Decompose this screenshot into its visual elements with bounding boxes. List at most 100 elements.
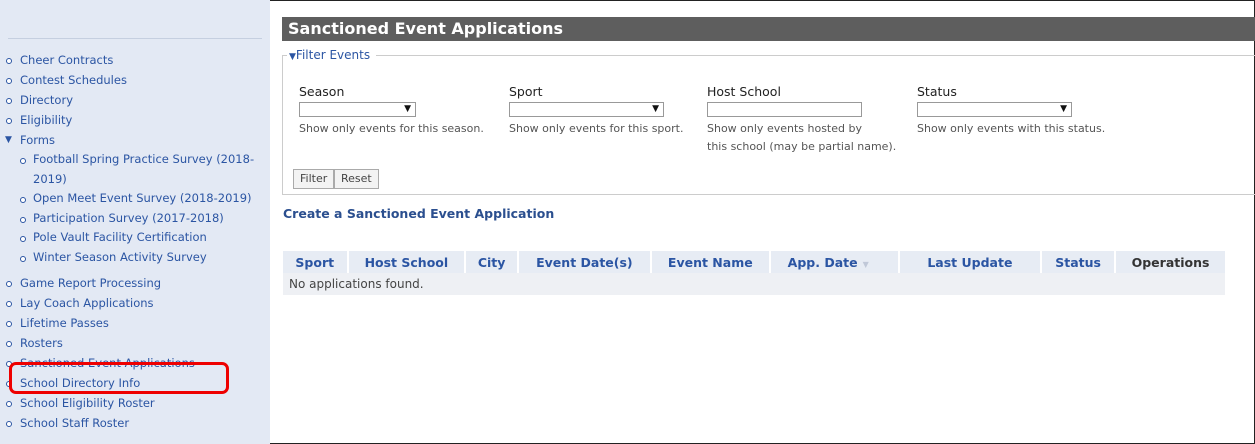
sidebar-item-school-staff-roster[interactable]: School Staff Roster (0, 413, 270, 433)
season-help: Show only events for this season. (299, 122, 484, 135)
sidebar-item-eligibility[interactable]: Eligibility (0, 110, 270, 130)
sidebar-item-label: Lifetime Passes (20, 316, 109, 330)
sport-label: Sport (509, 84, 543, 99)
sidebar-item-lay-coach-applications[interactable]: Lay Coach Applications (0, 293, 270, 313)
sidebar-subitem-label: Pole Vault Facility Certification (33, 230, 207, 244)
status-filter: Status ▼ Show only events with this stat… (917, 84, 1105, 138)
sidebar-item-label: Game Report Processing (20, 276, 162, 290)
status-label: Status (917, 84, 957, 99)
circle-bullet-icon (6, 98, 12, 104)
sidebar-item-game-report-processing[interactable]: Game Report Processing (0, 273, 270, 293)
sidebar-item-label: Forms (20, 133, 55, 147)
sidebar-item-label: School Eligibility Roster (20, 396, 155, 410)
circle-bullet-icon (6, 281, 12, 287)
circle-bullet-icon (20, 216, 26, 223)
status-help: Show only events with this status. (917, 122, 1106, 135)
column-status[interactable]: Status (1041, 251, 1117, 273)
circle-bullet-icon (20, 255, 26, 262)
forms-submenu: Football Spring Practice Survey (2018-20… (0, 150, 270, 267)
season-select[interactable]: ▼ (299, 102, 416, 117)
sidebar-item-rosters[interactable]: Rosters (0, 333, 270, 353)
create-application-link[interactable]: Create a Sanctioned Event Application (283, 206, 554, 221)
column-label: Sport (295, 254, 335, 270)
table-header-row: Sport Host School City Event Date(s) Eve… (283, 251, 1225, 273)
sidebar-subitem-label: Winter Season Activity Survey (33, 249, 207, 264)
sidebar: Cheer Contracts Contest Schedules Direct… (0, 0, 270, 444)
column-label: Event Name (667, 254, 753, 270)
sidebar-item-label: School Staff Roster (20, 416, 130, 430)
sidebar-item-cheer-contracts[interactable]: Cheer Contracts (0, 50, 270, 70)
sidebar-item-label: Rosters (20, 336, 63, 350)
empty-message: No applications found. (283, 273, 1225, 295)
circle-bullet-icon (20, 158, 26, 164)
sidebar-item-label: School Directory Info (20, 376, 141, 390)
sidebar-item-lifetime-passes[interactable]: Lifetime Passes (0, 313, 270, 333)
column-app-date[interactable]: App. Date ▼ (769, 251, 900, 273)
circle-bullet-icon (6, 421, 12, 427)
sidebar-item-directory[interactable]: Directory (0, 90, 270, 110)
sidebar-item-school-directory-info[interactable]: School Directory Info (0, 373, 270, 393)
circle-bullet-icon (6, 321, 12, 327)
sort-desc-icon: ▼ (862, 259, 869, 269)
reset-button[interactable]: Reset (334, 169, 379, 189)
table-row: No applications found. (283, 273, 1225, 295)
triangle-down-icon: ▼ (289, 52, 296, 62)
sport-filter: Sport ▼ Show only events for this sport. (509, 84, 683, 138)
sport-help: Show only events for this sport. (509, 122, 684, 135)
sidebar-subitem-football-spring-practice-survey[interactable]: Football Spring Practice Survey (2018-20… (0, 150, 258, 189)
circle-bullet-icon (6, 341, 12, 347)
season-label: Season (299, 84, 345, 99)
sidebar-item-school-eligibility-roster[interactable]: School Eligibility Roster (0, 393, 270, 413)
sidebar-subitem-pole-vault-facility-certification[interactable]: Pole Vault Facility Certification (0, 228, 258, 248)
column-last-update[interactable]: Last Update (898, 251, 1043, 273)
status-select[interactable]: ▼ (917, 102, 1072, 117)
dropdown-arrow-icon: ▼ (404, 104, 411, 114)
column-city[interactable]: City (465, 251, 520, 273)
column-host-school[interactable]: Host School (347, 251, 467, 273)
applications-table: Sport Host School City Event Date(s) Eve… (283, 251, 1225, 295)
column-label: Status (1055, 254, 1101, 270)
circle-bullet-icon (6, 58, 12, 64)
host-school-help-line1: Show only events hosted by (707, 122, 862, 135)
host-school-input[interactable] (707, 102, 862, 117)
column-sport[interactable]: Sport (283, 251, 349, 273)
column-event-dates[interactable]: Event Date(s) (518, 251, 652, 273)
triangle-down-icon: ▼ (5, 135, 12, 145)
sidebar-subitem-winter-season-activity-survey[interactable]: Winter Season Activity Survey (0, 248, 258, 268)
season-filter: Season ▼ Show only events for this seaso… (299, 84, 484, 138)
circle-bullet-icon (20, 236, 26, 242)
circle-bullet-icon (6, 401, 12, 407)
sidebar-subitem-label: Football Spring Practice Survey (2018-20… (33, 152, 255, 186)
sidebar-item-label: Cheer Contracts (20, 53, 114, 67)
column-operations: Operations (1115, 251, 1225, 273)
sidebar-subitem-label: Open Meet Event Survey (2018-2019) (33, 191, 252, 205)
host-school-filter: Host School Show only events hosted by t… (707, 84, 896, 156)
filter-button[interactable]: Filter (293, 169, 335, 189)
sidebar-item-label: Sanctioned Event Applications (20, 356, 195, 370)
column-label: Host School (364, 254, 449, 270)
sidebar-item-forms[interactable]: ▼ Forms (0, 130, 270, 150)
sidebar-nav: Cheer Contracts Contest Schedules Direct… (0, 50, 270, 433)
column-event-name[interactable]: Event Name (650, 251, 771, 273)
sidebar-item-contest-schedules[interactable]: Contest Schedules (0, 70, 270, 90)
host-school-label: Host School (707, 84, 781, 99)
sidebar-subitem-label: Participation Survey (2017-2018) (33, 210, 224, 225)
sidebar-subitem-open-meet-event-survey[interactable]: Open Meet Event Survey (2018-2019) (0, 189, 258, 209)
sidebar-item-label: Directory (20, 93, 74, 107)
filter-events-fieldset: ▼Filter Events Season ▼ Show only events… (282, 47, 1255, 195)
circle-bullet-icon (6, 78, 12, 84)
circle-bullet-icon (20, 197, 26, 203)
circle-bullet-icon (6, 361, 12, 367)
column-label: App. Date (787, 254, 858, 270)
sidebar-divider (8, 38, 262, 39)
host-school-help-line2: this school (may be partial name). (707, 140, 897, 153)
sidebar-item-sanctioned-event-applications[interactable]: Sanctioned Event Applications (0, 353, 270, 373)
column-label: Operations (1131, 254, 1210, 270)
filter-events-toggle[interactable]: ▼Filter Events (287, 47, 377, 65)
column-label: Event Date(s) (536, 254, 633, 270)
sidebar-subitem-participation-survey[interactable]: Participation Survey (2017-2018) (0, 209, 258, 229)
page-title: Sanctioned Event Applications (282, 17, 1255, 41)
sport-select[interactable]: ▼ (509, 102, 664, 117)
column-label: Last Update (927, 254, 1013, 270)
dropdown-arrow-icon: ▼ (1060, 104, 1067, 114)
